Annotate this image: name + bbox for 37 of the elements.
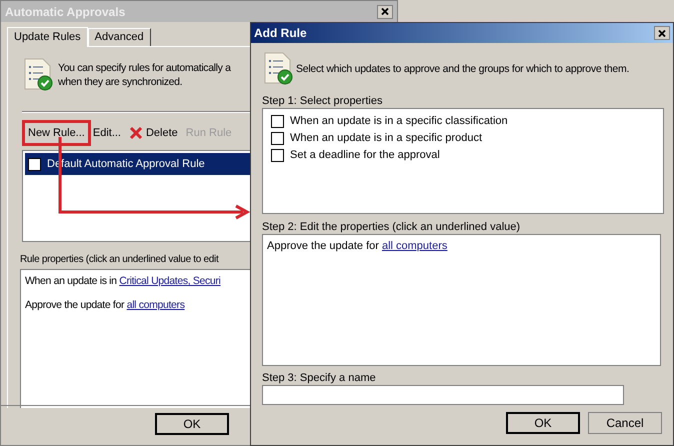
close-icon xyxy=(658,30,666,36)
checkbox[interactable] xyxy=(271,132,284,145)
section-label: Step 2: Edit the properties (click an underlined value) xyxy=(262,220,522,234)
description-text: when they are synchronized. xyxy=(58,75,184,89)
option-label: Set a deadline for the approval xyxy=(290,148,440,164)
toolbar-button[interactable]: Delete xyxy=(128,124,178,142)
checkbox[interactable] xyxy=(28,158,41,170)
checklist-icon xyxy=(22,57,54,91)
window-title: Add Rule xyxy=(254,25,307,42)
section-label: Step 1: Select properties xyxy=(262,94,384,108)
description-text: You can specify rules for automatically a xyxy=(58,61,231,75)
checkbox[interactable] xyxy=(271,115,284,128)
close-button[interactable] xyxy=(654,26,670,40)
name-field[interactable] xyxy=(262,385,624,405)
toolbar-button[interactable]: Edit... xyxy=(92,124,121,142)
option-label: When an update is in a specific classification xyxy=(290,114,508,130)
value-link[interactable]: all computers xyxy=(382,240,448,252)
option-label: When an update is in a specific product xyxy=(290,131,482,146)
rule-property-text: When an update is in Critical Updates, Securi xyxy=(25,274,222,289)
checklist-icon xyxy=(262,51,294,85)
value-link[interactable]: all computers xyxy=(126,298,185,311)
value-link[interactable]: Critical Updates, Securi xyxy=(119,275,221,287)
dialog-button[interactable]: OK xyxy=(155,413,229,435)
section-label: Rule properties (click an underlined value to edit xyxy=(20,253,218,267)
close-icon xyxy=(381,8,389,15)
delete-icon xyxy=(128,126,143,140)
dialog-button[interactable]: Cancel xyxy=(588,412,662,434)
section-label: Step 3: Specify a name xyxy=(262,371,377,385)
rule-property-text: Approve the update for all computers xyxy=(25,298,186,313)
close-button[interactable] xyxy=(377,4,393,18)
toolbar-button[interactable]: New Rule... xyxy=(28,124,85,142)
checkbox[interactable] xyxy=(271,149,284,162)
description-text: Select which updates to approve and the groups for which to approve them. xyxy=(296,62,630,78)
tab[interactable]: Update Rules xyxy=(7,27,88,47)
rule-property-text: Approve the update for all computers xyxy=(267,239,448,254)
tab[interactable]: Advanced xyxy=(88,28,151,46)
dialog-button[interactable]: OK xyxy=(506,412,580,434)
